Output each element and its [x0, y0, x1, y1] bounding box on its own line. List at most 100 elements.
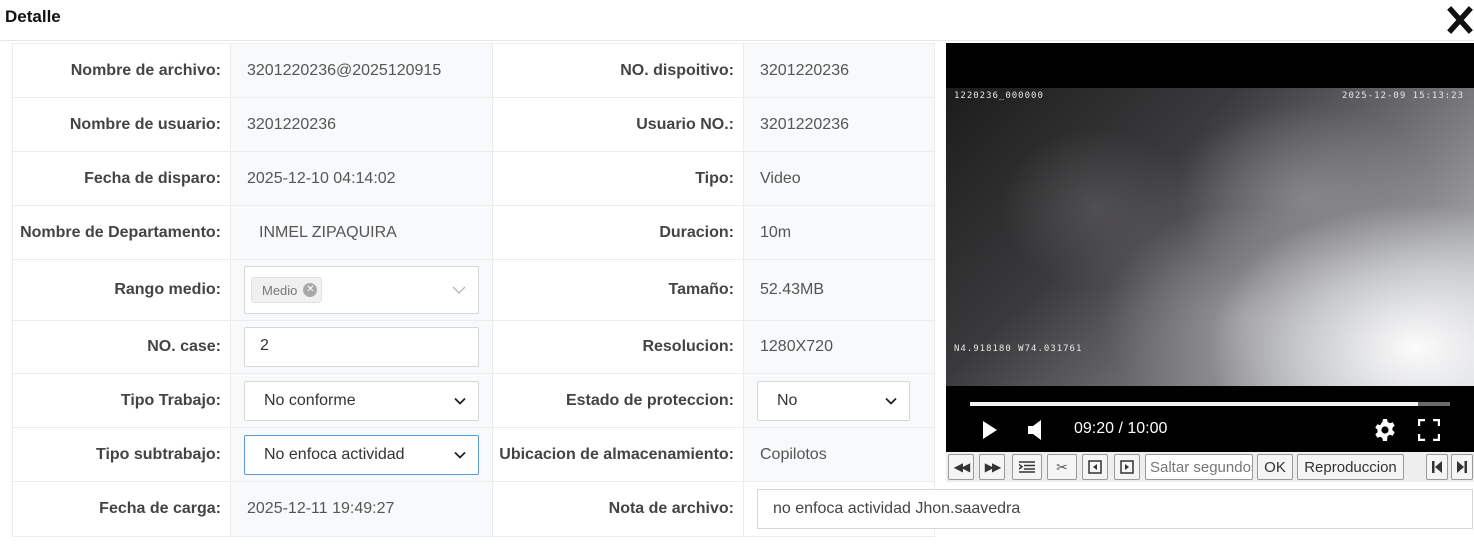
next-frame-icon [1120, 460, 1134, 474]
video-timecode: 09:20 / 10:00 [1074, 420, 1168, 437]
settings-icon[interactable] [1373, 418, 1397, 442]
upload-date-label: Fecha de carga: [12, 481, 231, 537]
range-label: Rango medio: [12, 259, 231, 321]
case-no-value: 2 [260, 337, 269, 354]
next-frame-button[interactable] [1114, 454, 1140, 480]
seek-seconds-input[interactable]: Saltar segundos [1145, 454, 1253, 480]
trigger-date-value: 2025-12-10 04:14:02 [230, 151, 493, 206]
work-type-select[interactable]: No conforme [244, 380, 479, 421]
user-no-label: Usuario NO.: [492, 97, 744, 152]
video-frame[interactable]: 1220236_000000 2025-12-09 15:13:23 N4.91… [946, 88, 1474, 386]
trigger-date-label: Fecha de disparo: [12, 151, 231, 206]
storage-value: Copilotos [743, 427, 935, 482]
player-toolbar: ◀◀ ▶▶ ✂ Saltar segundos OK Reproduccion [946, 452, 1474, 482]
storage-label: Ubicacion de almacenamiento: [492, 427, 744, 482]
protection-label: Estado de proteccion: [492, 373, 744, 428]
fullscreen-icon[interactable] [1418, 419, 1440, 441]
note-label: Nota de archivo: [492, 481, 744, 537]
case-no-input[interactable]: 2 [244, 327, 479, 367]
user-no-value: 3201220236 [743, 97, 935, 152]
user-name-value: 3201220236 [230, 97, 493, 152]
scissors-icon: ✂ [1056, 458, 1068, 475]
tag-remove-icon[interactable]: ✕ [303, 283, 318, 297]
resolution-value: 1280X720 [743, 320, 935, 374]
resolution-label: Resolucion: [492, 320, 744, 374]
prev-frame-icon [1088, 460, 1102, 474]
department-value: INMEL ZIPAQUIRA [230, 205, 493, 260]
chevron-down-icon [452, 286, 466, 294]
chevron-down-icon [454, 451, 466, 459]
seek-seconds-placeholder: Saltar segundos [1150, 458, 1253, 476]
list-icon [1019, 461, 1035, 473]
table-row: NO. case: 2 Resolucion: 1280X720 [12, 320, 935, 374]
chevron-down-icon [454, 397, 466, 405]
case-no-label: NO. case: [12, 320, 231, 374]
rewind-icon: ◀◀ [953, 460, 971, 474]
type-value: Video [743, 151, 935, 206]
duration-label: Duracion: [492, 205, 744, 260]
volume-icon[interactable] [1028, 420, 1042, 440]
skip-start-button[interactable] [1426, 454, 1448, 480]
work-type-value: No conforme [264, 391, 356, 409]
case-no-cell: 2 [230, 320, 493, 374]
dialog-title: Detalle [5, 7, 61, 26]
video-overlay-gps: N4.918180 W74.031761 [954, 344, 1083, 354]
protection-select[interactable]: No [757, 380, 910, 421]
progress-fill [970, 402, 1418, 406]
device-no-value: 3201220236 [743, 43, 935, 98]
skip-start-icon [1432, 461, 1442, 473]
detail-table: Nombre de archivo: 3201220236@2025120915… [12, 43, 935, 537]
device-no-label: NO. dispoitivo: [492, 43, 744, 98]
work-type-label: Tipo Trabajo: [12, 373, 231, 428]
table-row: Nombre de archivo: 3201220236@2025120915… [12, 43, 935, 98]
table-row: Tipo Trabajo: No conforme Estado de prot… [12, 373, 935, 428]
table-row: Tipo subtrabajo: No enfoca actividad Ubi… [12, 427, 935, 482]
duration-value: 10m [743, 205, 935, 260]
subwork-type-cell: No enfoca actividad [230, 427, 493, 482]
video-overlay-id: 1220236_000000 [954, 91, 1044, 101]
range-cell: Medio ✕ [230, 259, 493, 321]
upload-date-value: 2025-12-11 19:49:27 [230, 481, 493, 537]
range-tag: Medio ✕ [251, 277, 323, 303]
protection-value: No [777, 391, 798, 409]
table-row: Nombre de Departamento: INMEL ZIPAQUIRA … [12, 205, 935, 260]
ok-button[interactable]: OK [1257, 454, 1293, 480]
fast-forward-button[interactable]: ▶▶ [979, 454, 1005, 480]
chevron-down-icon [885, 397, 897, 405]
video-player[interactable]: 1220236_000000 2025-12-09 15:13:23 N4.91… [946, 43, 1474, 452]
cut-button[interactable]: ✂ [1047, 454, 1077, 480]
playback-button[interactable]: Reproduccion [1297, 454, 1404, 480]
file-name-label: Nombre de archivo: [12, 43, 231, 98]
playback-button-label: Reproduccion [1304, 458, 1397, 476]
note-input[interactable]: no enfoca actividad Jhon.saavedra [757, 489, 1473, 529]
video-overlay-timestamp: 2025-12-09 15:13:23 [1342, 91, 1464, 101]
table-row: Fecha de disparo: 2025-12-10 04:14:02 Ti… [12, 151, 935, 206]
subwork-type-value: No enfoca actividad [264, 445, 405, 463]
user-name-label: Nombre de usuario: [12, 97, 231, 152]
department-label: Nombre de Departamento: [12, 205, 231, 260]
size-value: 52.43MB [743, 259, 935, 321]
prev-frame-button[interactable] [1082, 454, 1108, 480]
table-row: Nombre de usuario: 3201220236 Usuario NO… [12, 97, 935, 152]
type-label: Tipo: [492, 151, 744, 206]
range-tag-label: Medio [262, 282, 298, 298]
close-icon[interactable] [1446, 4, 1474, 36]
play-icon[interactable] [982, 420, 998, 440]
subwork-type-select[interactable]: No enfoca actividad [244, 434, 479, 475]
table-row: Rango medio: Medio ✕ Tamaño: 52.43MB [12, 259, 935, 321]
subwork-type-label: Tipo subtrabajo: [12, 427, 231, 482]
dialog-header: Detalle [0, 0, 1474, 41]
work-type-cell: No conforme [230, 373, 493, 428]
skip-end-button[interactable] [1451, 454, 1473, 480]
protection-cell: No [743, 373, 935, 428]
file-name-value: 3201220236@2025120915 [230, 43, 493, 98]
fast-forward-icon: ▶▶ [984, 460, 1002, 474]
rewind-button[interactable]: ◀◀ [948, 454, 974, 480]
progress-bar[interactable] [970, 402, 1450, 406]
range-select[interactable]: Medio ✕ [244, 266, 479, 314]
ok-button-label: OK [1264, 458, 1286, 476]
size-label: Tamaño: [492, 259, 744, 321]
note-value: no enfoca actividad Jhon.saavedra [773, 500, 1021, 517]
list-button[interactable] [1012, 454, 1042, 480]
skip-end-icon [1457, 461, 1467, 473]
